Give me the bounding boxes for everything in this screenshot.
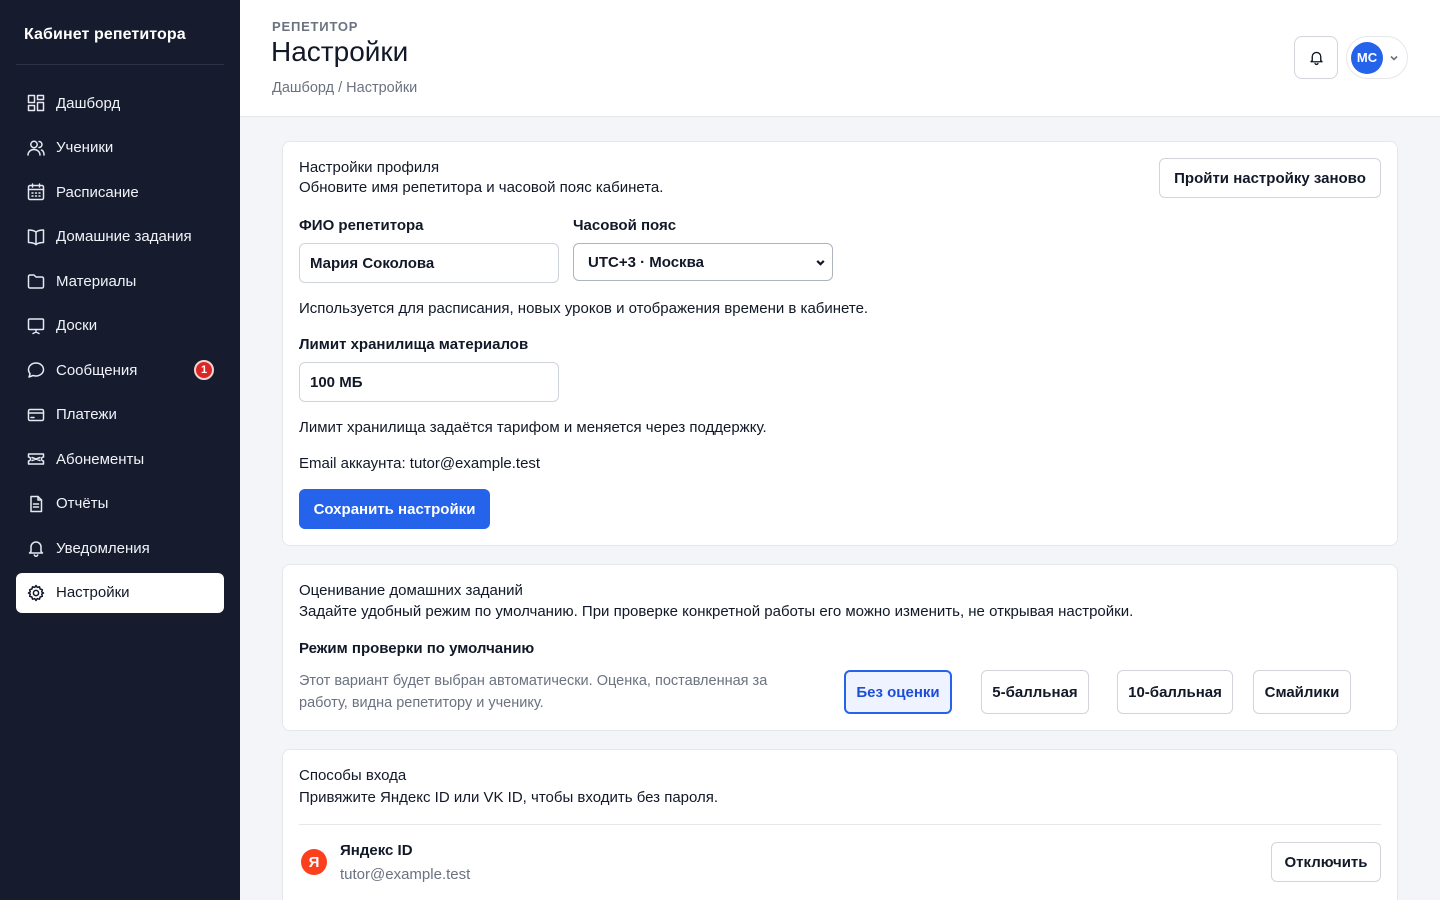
sidebar-item-label: Расписание <box>56 183 139 201</box>
sidebar-item-homework[interactable]: Домашние задания <box>16 217 224 257</box>
sidebar-item-label: Отчёты <box>56 495 109 512</box>
timezone-hint: Используется для расписания, новых уроко… <box>299 300 869 317</box>
folder-icon <box>26 271 46 291</box>
sidebar-item-payments[interactable]: Платежи <box>16 395 224 435</box>
grading-mode-hint: Этот вариант будет выбран автоматически.… <box>299 673 768 711</box>
timezone-value: UTC+3 · Москва <box>588 253 704 271</box>
brand-title: Кабинет репетитора <box>24 26 186 43</box>
sidebar-item-materials[interactable]: Материалы <box>16 261 224 301</box>
sidebar-item-label: Доски <box>56 317 98 334</box>
grading-settings-card: Оценивание домашних заданий Задайте удоб… <box>282 564 1398 731</box>
notifications-button[interactable] <box>1294 36 1338 79</box>
sidebar-item-label: Абонементы <box>56 450 145 468</box>
avatar: МС <box>1351 41 1383 74</box>
sidebar-item-label: Материалы <box>56 272 137 290</box>
dashboard-icon <box>26 93 46 113</box>
sidebar-nav: Дашборд Ученики Расписание Домашние зада… <box>16 83 224 617</box>
grading-option-5-point[interactable]: 5-балльная <box>981 670 1089 714</box>
sidebar-item-label: Сообщения <box>56 361 138 379</box>
sidebar: Кабинет репетитора Дашборд Ученики Распи… <box>0 0 240 900</box>
sidebar-item-settings[interactable]: Настройки <box>16 572 224 613</box>
yandex-logo-icon: Я <box>301 849 327 875</box>
users-icon <box>26 138 46 158</box>
report-icon <box>26 494 46 514</box>
sidebar-item-label: Уведомления <box>56 539 150 557</box>
sidebar-item-boards[interactable]: Доски <box>16 306 224 346</box>
card-title: Оценивание домашних заданий <box>299 582 523 599</box>
sidebar-item-dashboard[interactable]: Дашборд <box>16 83 224 123</box>
sidebar-item-messages[interactable]: Сообщения 1 <box>16 350 224 390</box>
provider-name: Яндекс ID <box>340 842 413 859</box>
login-methods-card: Способы входа Привяжите Яндекс ID или VK… <box>282 749 1398 900</box>
sidebar-item-subscriptions[interactable]: Абонементы <box>16 439 224 479</box>
card-subtitle: Обновите имя репетитора и часовой пояс к… <box>299 179 664 196</box>
card-subtitle: Задайте удобный режим по умолчанию. При … <box>299 603 1134 620</box>
sidebar-item-label: Дашборд <box>56 94 121 112</box>
card-icon <box>26 405 46 425</box>
sidebar-item-reports[interactable]: Отчёты <box>16 484 224 524</box>
sidebar-item-notifications[interactable]: Уведомления <box>16 528 224 568</box>
grading-mode-label: Режим проверки по умолчанию <box>299 640 535 657</box>
timezone-select[interactable]: UTC+3 · Москва <box>573 243 833 281</box>
provider-account: tutor@example.test <box>340 866 471 883</box>
gear-icon <box>26 583 46 603</box>
sidebar-item-label: Платежи <box>56 406 117 423</box>
sidebar-item-label: Настройки <box>56 584 130 601</box>
save-settings-button[interactable]: Сохранить настройки <box>299 489 490 529</box>
chevron-down-icon <box>816 260 825 266</box>
bell-icon <box>1309 51 1323 66</box>
chevron-down-icon <box>1390 55 1398 61</box>
timezone-label: Часовой пояс <box>573 217 677 234</box>
tutor-name-input[interactable] <box>299 243 559 283</box>
grading-option-none[interactable]: Без оценки <box>844 670 952 714</box>
role-eyebrow: РЕПЕТИТОР <box>272 19 359 34</box>
storage-label: Лимит хранилища материалов <box>299 336 529 353</box>
brand-divider <box>16 64 224 65</box>
card-title: Настройки профиля <box>299 159 440 176</box>
card-subtitle: Привяжите Яндекс ID или VK ID, чтобы вхо… <box>299 789 719 806</box>
account-email: Email аккаунта: tutor@example.test <box>299 455 541 472</box>
restart-setup-button[interactable]: Пройти настройку заново <box>1159 158 1381 198</box>
page-title: Настройки <box>271 36 409 67</box>
breadcrumb: Дашборд / Настройки <box>272 80 418 96</box>
board-icon <box>26 316 46 336</box>
calendar-icon <box>26 182 46 202</box>
page-header: РЕПЕТИТОР Настройки Дашборд / Настройки … <box>240 0 1440 117</box>
grading-option-10-point[interactable]: 10-балльная <box>1117 670 1233 714</box>
book-icon <box>26 227 46 247</box>
profile-settings-card: Настройки профиля Обновите имя репетитор… <box>282 141 1398 546</box>
bell-icon <box>26 538 46 558</box>
user-menu-button[interactable]: МС <box>1346 36 1408 79</box>
name-label: ФИО репетитора <box>299 217 424 234</box>
sidebar-item-label: Ученики <box>56 139 114 156</box>
storage-limit-field[interactable] <box>299 362 559 402</box>
sidebar-item-students[interactable]: Ученики <box>16 128 224 168</box>
unread-badge: 1 <box>194 360 214 380</box>
section-divider <box>299 824 1381 825</box>
storage-hint: Лимит хранилища задаётся тарифом и меняе… <box>299 419 767 436</box>
ticket-icon <box>26 449 46 469</box>
grading-option-smileys[interactable]: Смайлики <box>1253 670 1351 714</box>
chat-icon <box>26 360 46 380</box>
sidebar-item-schedule[interactable]: Расписание <box>16 172 224 212</box>
card-title: Способы входа <box>299 767 407 784</box>
disconnect-yandex-button[interactable]: Отключить <box>1271 842 1381 882</box>
sidebar-item-label: Домашние задания <box>56 228 192 245</box>
